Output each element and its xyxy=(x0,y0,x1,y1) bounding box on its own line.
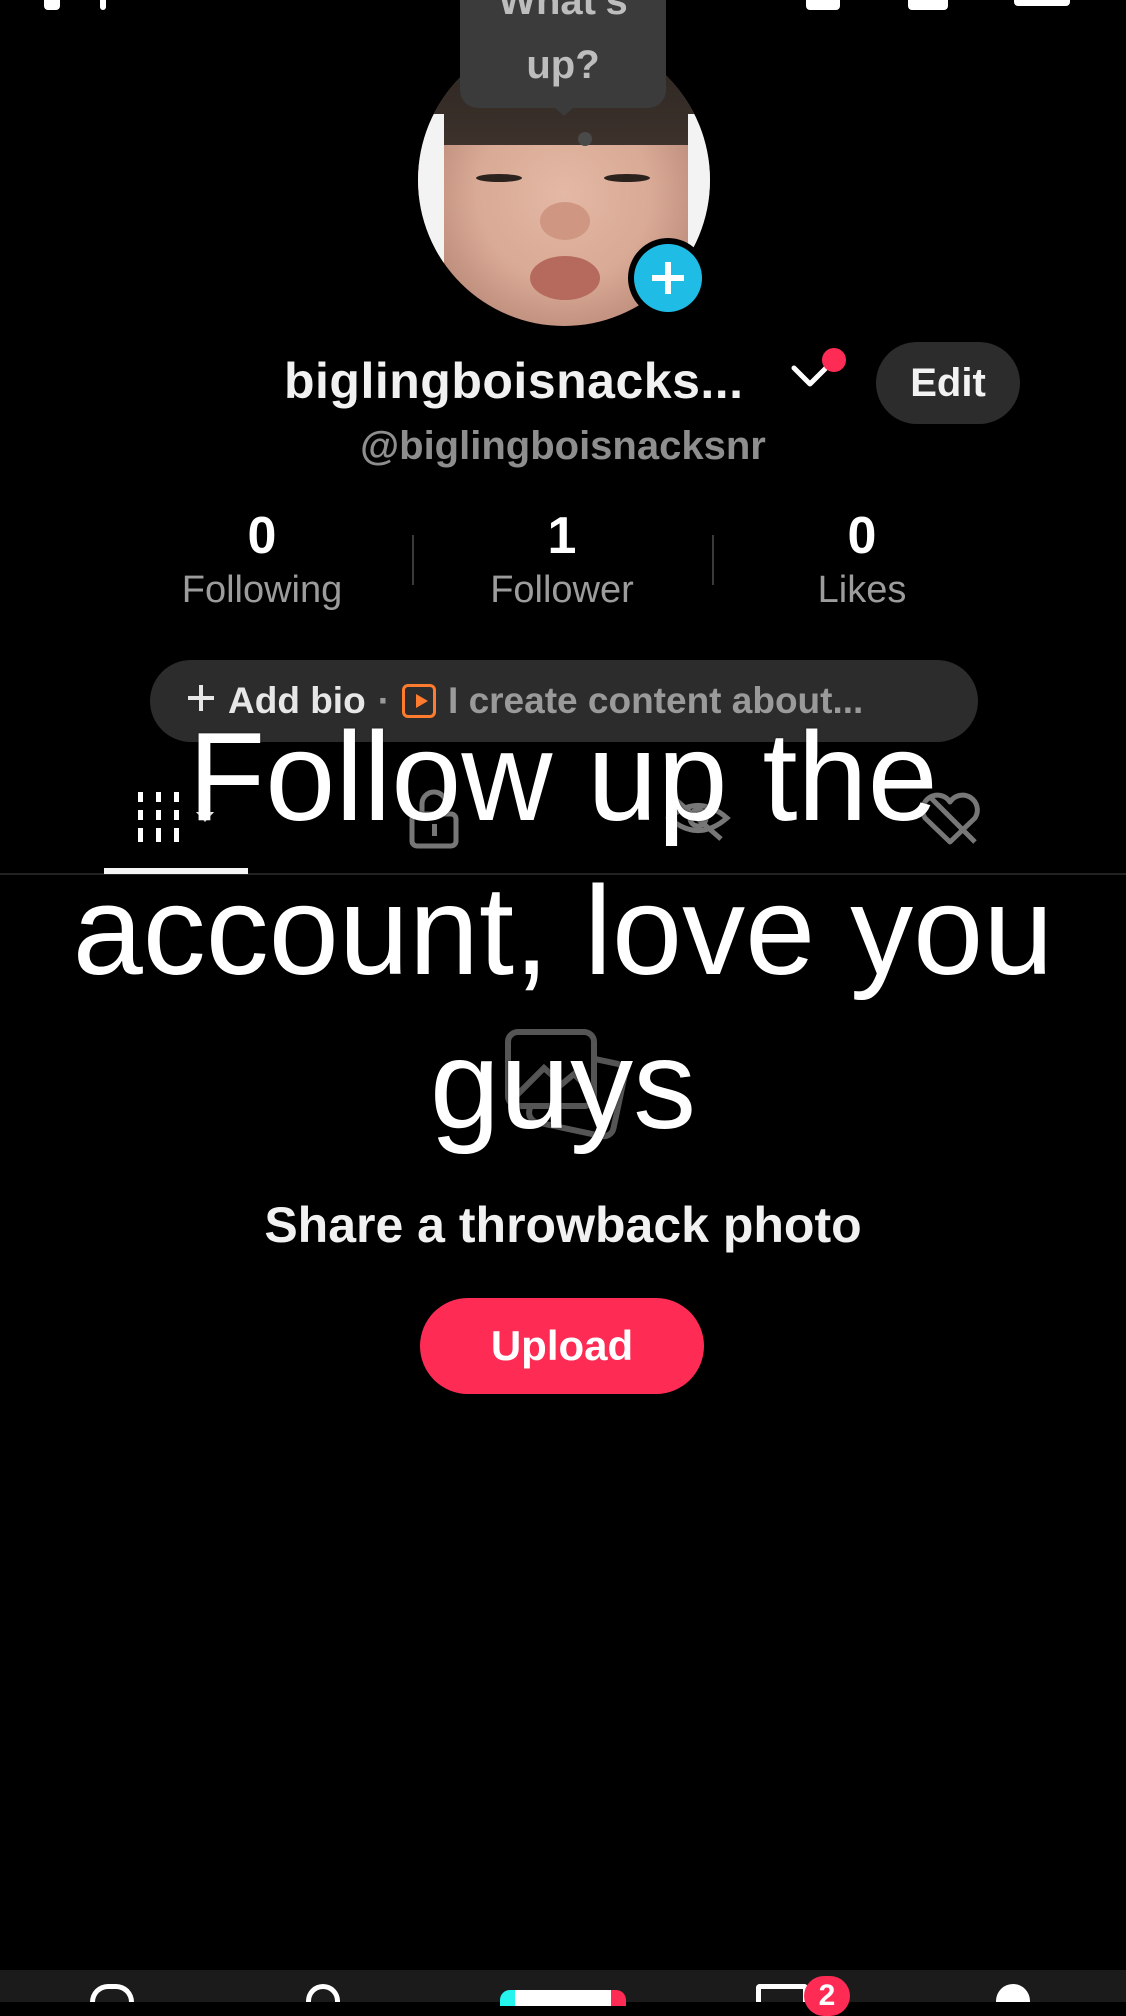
stat-value: 0 xyxy=(847,507,877,565)
stat-likes[interactable]: 0 Likes xyxy=(712,505,1012,613)
avatar-eye xyxy=(604,174,650,182)
avatar-mouth xyxy=(530,256,600,300)
inbox-icon[interactable] xyxy=(756,1984,808,2002)
notification-dot xyxy=(822,348,846,372)
stat-following[interactable]: 0 Following xyxy=(112,505,412,613)
add-friend-icon-part xyxy=(100,0,106,10)
plus-icon xyxy=(634,244,702,312)
bubble-dot xyxy=(578,132,592,146)
stat-label: Following xyxy=(181,569,343,611)
stat-label: Likes xyxy=(817,569,907,611)
creator-tools-icon[interactable] xyxy=(806,0,840,10)
inbox-badge: 2 xyxy=(804,1976,850,2016)
menu-icon[interactable] xyxy=(1014,0,1070,6)
whats-up-bubble[interactable]: What's up? xyxy=(460,0,666,108)
username-handle: @biglingboisnacksnr xyxy=(360,424,766,468)
empty-state-title: Share a throwback photo xyxy=(264,1197,862,1253)
bubble-line1: What's xyxy=(498,0,628,23)
stat-label: Follower xyxy=(490,569,634,611)
overlay-caption: Follow up the account, love you guys xyxy=(72,706,1054,1155)
pencil-icon[interactable] xyxy=(908,0,948,10)
avatar-eye xyxy=(476,174,522,182)
stat-value: 1 xyxy=(547,507,577,565)
add-story-button[interactable] xyxy=(628,238,708,318)
avatar-background xyxy=(688,114,710,264)
stat-value: 0 xyxy=(247,507,277,565)
upload-button[interactable]: Upload xyxy=(420,1298,704,1394)
add-friend-icon[interactable] xyxy=(44,0,60,10)
bubble-tail xyxy=(546,100,582,116)
stat-followers[interactable]: 1 Follower xyxy=(412,505,712,613)
avatar-nose xyxy=(540,202,590,240)
display-name[interactable]: biglingboisnacks... xyxy=(284,352,744,410)
bubble-line2: up? xyxy=(526,43,600,87)
create-button[interactable] xyxy=(500,1990,626,2006)
avatar-background xyxy=(418,114,444,264)
edit-profile-button[interactable]: Edit xyxy=(876,342,1020,424)
